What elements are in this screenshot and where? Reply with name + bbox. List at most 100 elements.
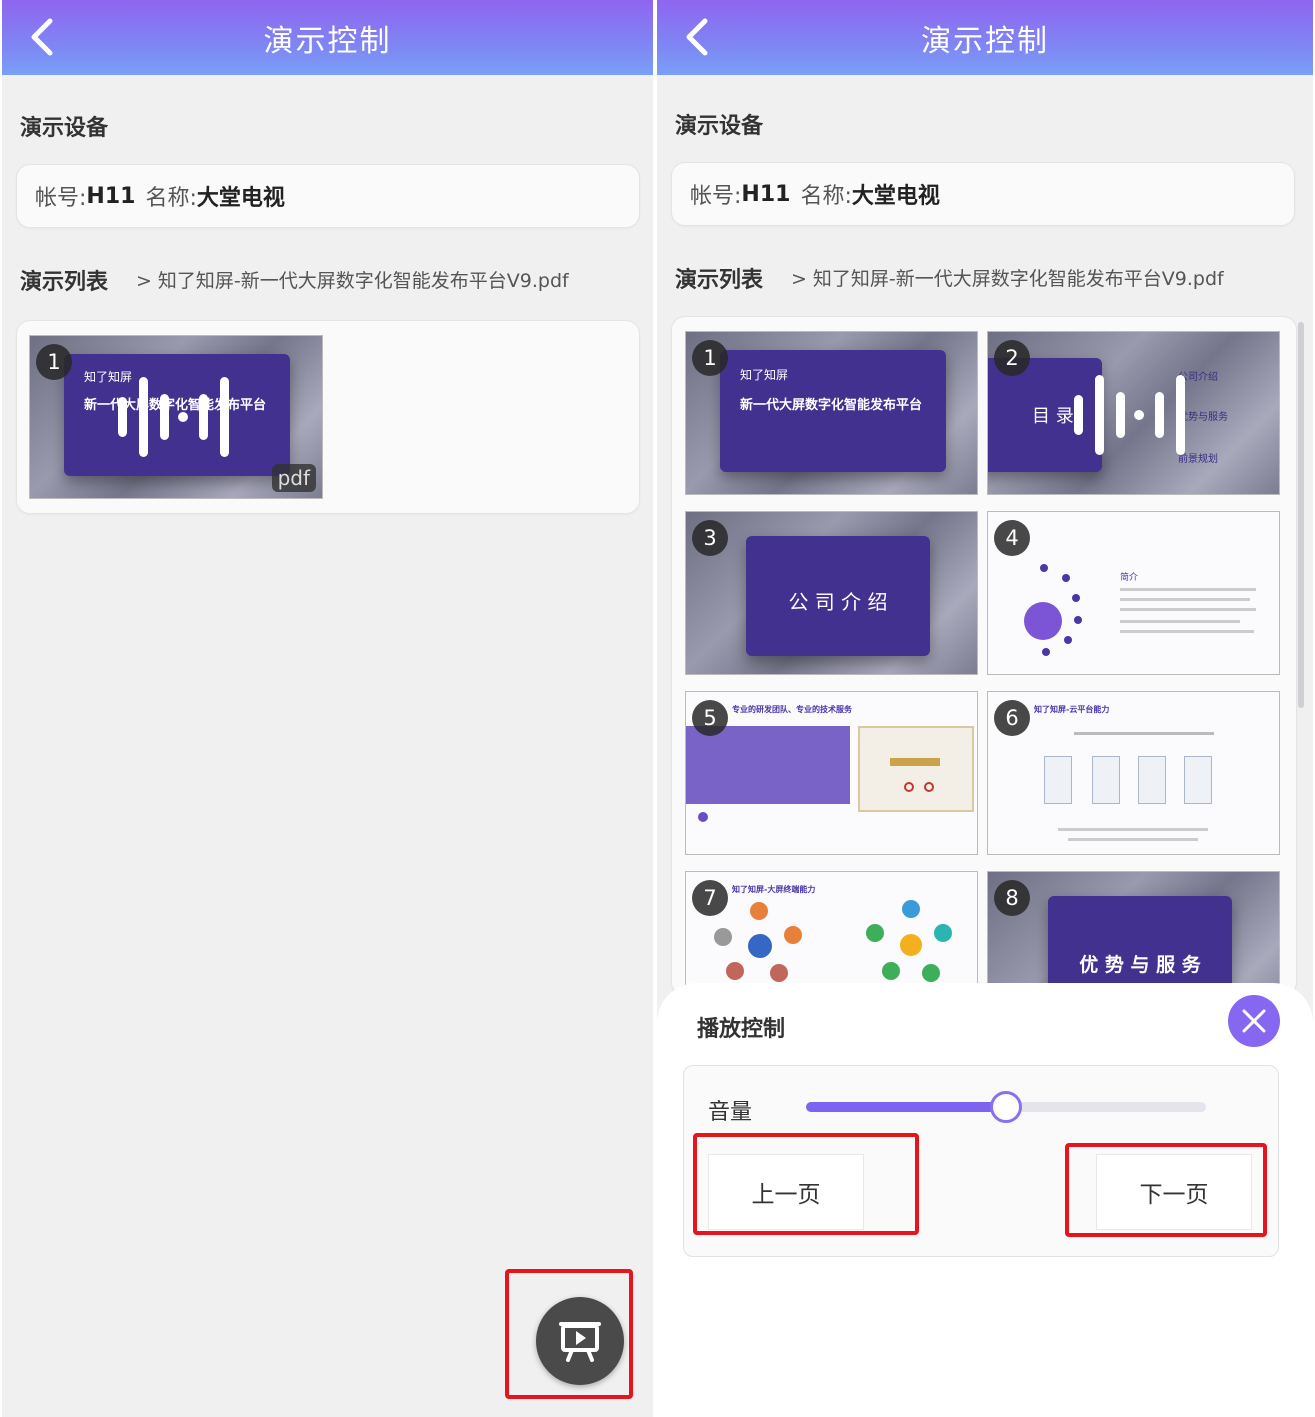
slide-heading: 知了知屏 (740, 368, 789, 382)
file-name[interactable]: > 知了知屏-新一代大屏数字化智能发布平台V9.pdf (791, 264, 1224, 291)
cert-title (890, 758, 940, 766)
account-value: H11 (741, 181, 791, 207)
file-type-tag: pdf (271, 464, 316, 492)
volume-slider-thumb[interactable] (990, 1091, 1022, 1123)
diagram-node (866, 924, 884, 942)
name-value: 大堂电视 (196, 186, 285, 211)
scrollbar[interactable] (1298, 322, 1304, 708)
slide-heading: 知了知屏-大屏终端能力 (732, 885, 816, 894)
page-number-badge: 1 (36, 344, 72, 380)
certificate-image (1184, 756, 1212, 804)
control-box: 音量 上一页 下一页 (683, 1065, 1279, 1257)
page-number-badge: 5 (692, 700, 728, 736)
back-icon (686, 18, 708, 56)
slide-thumbnail-6[interactable]: 知了知屏-云平台能力 6 (987, 691, 1280, 855)
volume-label: 音量 (708, 1100, 753, 1125)
diagram-node (922, 964, 940, 982)
slide-thumbnail-3[interactable]: 公 司 介 绍 3 (685, 511, 978, 675)
diagram-node (784, 926, 802, 944)
slide-heading: 公 司 介 绍 (788, 590, 888, 614)
slide-thumbnail-2[interactable]: 目 录 公司介绍 优势与服务 前景规划 2 (987, 331, 1280, 495)
file-name[interactable]: > 知了知屏-新一代大屏数字化智能发布平台V9.pdf (136, 266, 569, 293)
next-page-button[interactable]: 下一页 (1096, 1154, 1252, 1230)
text-line (1120, 620, 1240, 623)
certificate-image (858, 726, 974, 812)
text-line (1074, 732, 1214, 735)
diagram-node (934, 924, 952, 942)
file-list-card: 知了知屏 新一代大屏数字化智能发布平台 1 pdf (16, 320, 640, 514)
slide-thumbnail-1[interactable]: 知了知屏 新一代大屏数字化智能发布平台 1 (685, 331, 978, 495)
right-screen: 演示控制 演示设备 帐号: H11 名称: 大堂电视 演示列表 > 知了知屏-新一… (657, 0, 1313, 1417)
file-thumbnail[interactable]: 知了知屏 新一代大屏数字化智能发布平台 1 pdf (29, 335, 323, 499)
left-screen: 演示控制 演示设备 帐号: H11 名称: 大堂电视 演示列表 > 知了知屏-新一… (2, 0, 653, 1417)
page-number-badge: 1 (692, 340, 728, 376)
slide-heading: 优 势 与 服 务 (1079, 954, 1201, 976)
slide-cover: 知了知屏 新一代大屏数字化智能发布平台 (720, 350, 946, 472)
name-label: 名称: (145, 186, 197, 211)
diagram-node (726, 962, 744, 980)
previous-page-button[interactable]: 上一页 (708, 1154, 864, 1230)
name-value: 大堂电视 (851, 184, 940, 209)
slide-section-card: 公 司 介 绍 (746, 536, 930, 656)
playback-control-panel: 播放控制 音量 上一页 下一页 (657, 983, 1313, 1417)
list-section-title: 演示列表 (20, 270, 109, 295)
text-line (1120, 588, 1256, 591)
page-title: 演示控制 (921, 23, 1049, 59)
slide-thumbnail-4[interactable]: 简介 4 (987, 511, 1280, 675)
diagram-node (750, 902, 768, 920)
name-label: 名称: (800, 184, 852, 209)
text-line (1068, 838, 1198, 841)
diagram-node (882, 962, 900, 980)
list-section-title: 演示列表 (675, 268, 764, 293)
page-number-badge: 3 (692, 520, 728, 556)
volume-slider-fill (806, 1102, 1006, 1112)
diagram-node (900, 934, 922, 956)
page-number-badge: 7 (692, 880, 728, 916)
presentation-icon (559, 1322, 601, 1362)
page-number-badge: 4 (994, 520, 1030, 556)
device-section-title: 演示设备 (20, 116, 109, 141)
page-number-badge: 8 (994, 880, 1030, 916)
device-section-title: 演示设备 (675, 114, 764, 139)
text-line (1058, 828, 1208, 831)
panel-title: 播放控制 (697, 1017, 786, 1042)
cert-seal (924, 782, 934, 792)
slide-heading: 专业的研发团队、专业的技术服务 (732, 705, 852, 714)
slide-heading: 目 录 (1032, 406, 1074, 427)
text-line (1120, 598, 1250, 601)
account-value: H11 (86, 183, 136, 209)
text-line (1120, 608, 1256, 611)
audio-wave-icon (118, 377, 229, 457)
certificate-image (1138, 756, 1166, 804)
slide-heading: 简介 (1120, 573, 1139, 583)
slide-dot (698, 812, 708, 822)
close-icon (1242, 1009, 1266, 1033)
slide-subtitle: 新一代大屏数字化智能发布平台 (740, 398, 923, 413)
account-label: 帐号: (690, 184, 742, 209)
diagram-node (770, 964, 788, 982)
back-button[interactable] (671, 12, 721, 62)
slide-panel (686, 726, 850, 804)
close-button[interactable] (1228, 995, 1280, 1047)
certificate-image (1044, 756, 1072, 804)
certificate-image (1092, 756, 1120, 804)
audio-wave-icon (1074, 375, 1185, 455)
account-label: 帐号: (35, 186, 87, 211)
slide-graphic (1024, 602, 1062, 640)
text-line (1120, 630, 1254, 633)
presentation-control-button[interactable] (536, 1297, 624, 1385)
back-icon (31, 18, 53, 56)
device-info-card: 帐号: H11 名称: 大堂电视 (16, 164, 640, 228)
page-number-badge: 2 (994, 340, 1030, 376)
diagram-node (714, 928, 732, 946)
slide-thumbnail-5[interactable]: 专业的研发团队、专业的技术服务 5 (685, 691, 978, 855)
device-info-card: 帐号: H11 名称: 大堂电视 (671, 162, 1295, 226)
back-button[interactable] (16, 12, 66, 62)
volume-slider[interactable] (806, 1091, 1206, 1123)
slide-heading: 知了知屏-云平台能力 (1034, 705, 1110, 714)
page-title: 演示控制 (263, 23, 392, 59)
diagram-node (748, 934, 772, 958)
header: 演示控制 (657, 0, 1313, 75)
diagram-node (902, 900, 920, 918)
header: 演示控制 (2, 0, 653, 75)
